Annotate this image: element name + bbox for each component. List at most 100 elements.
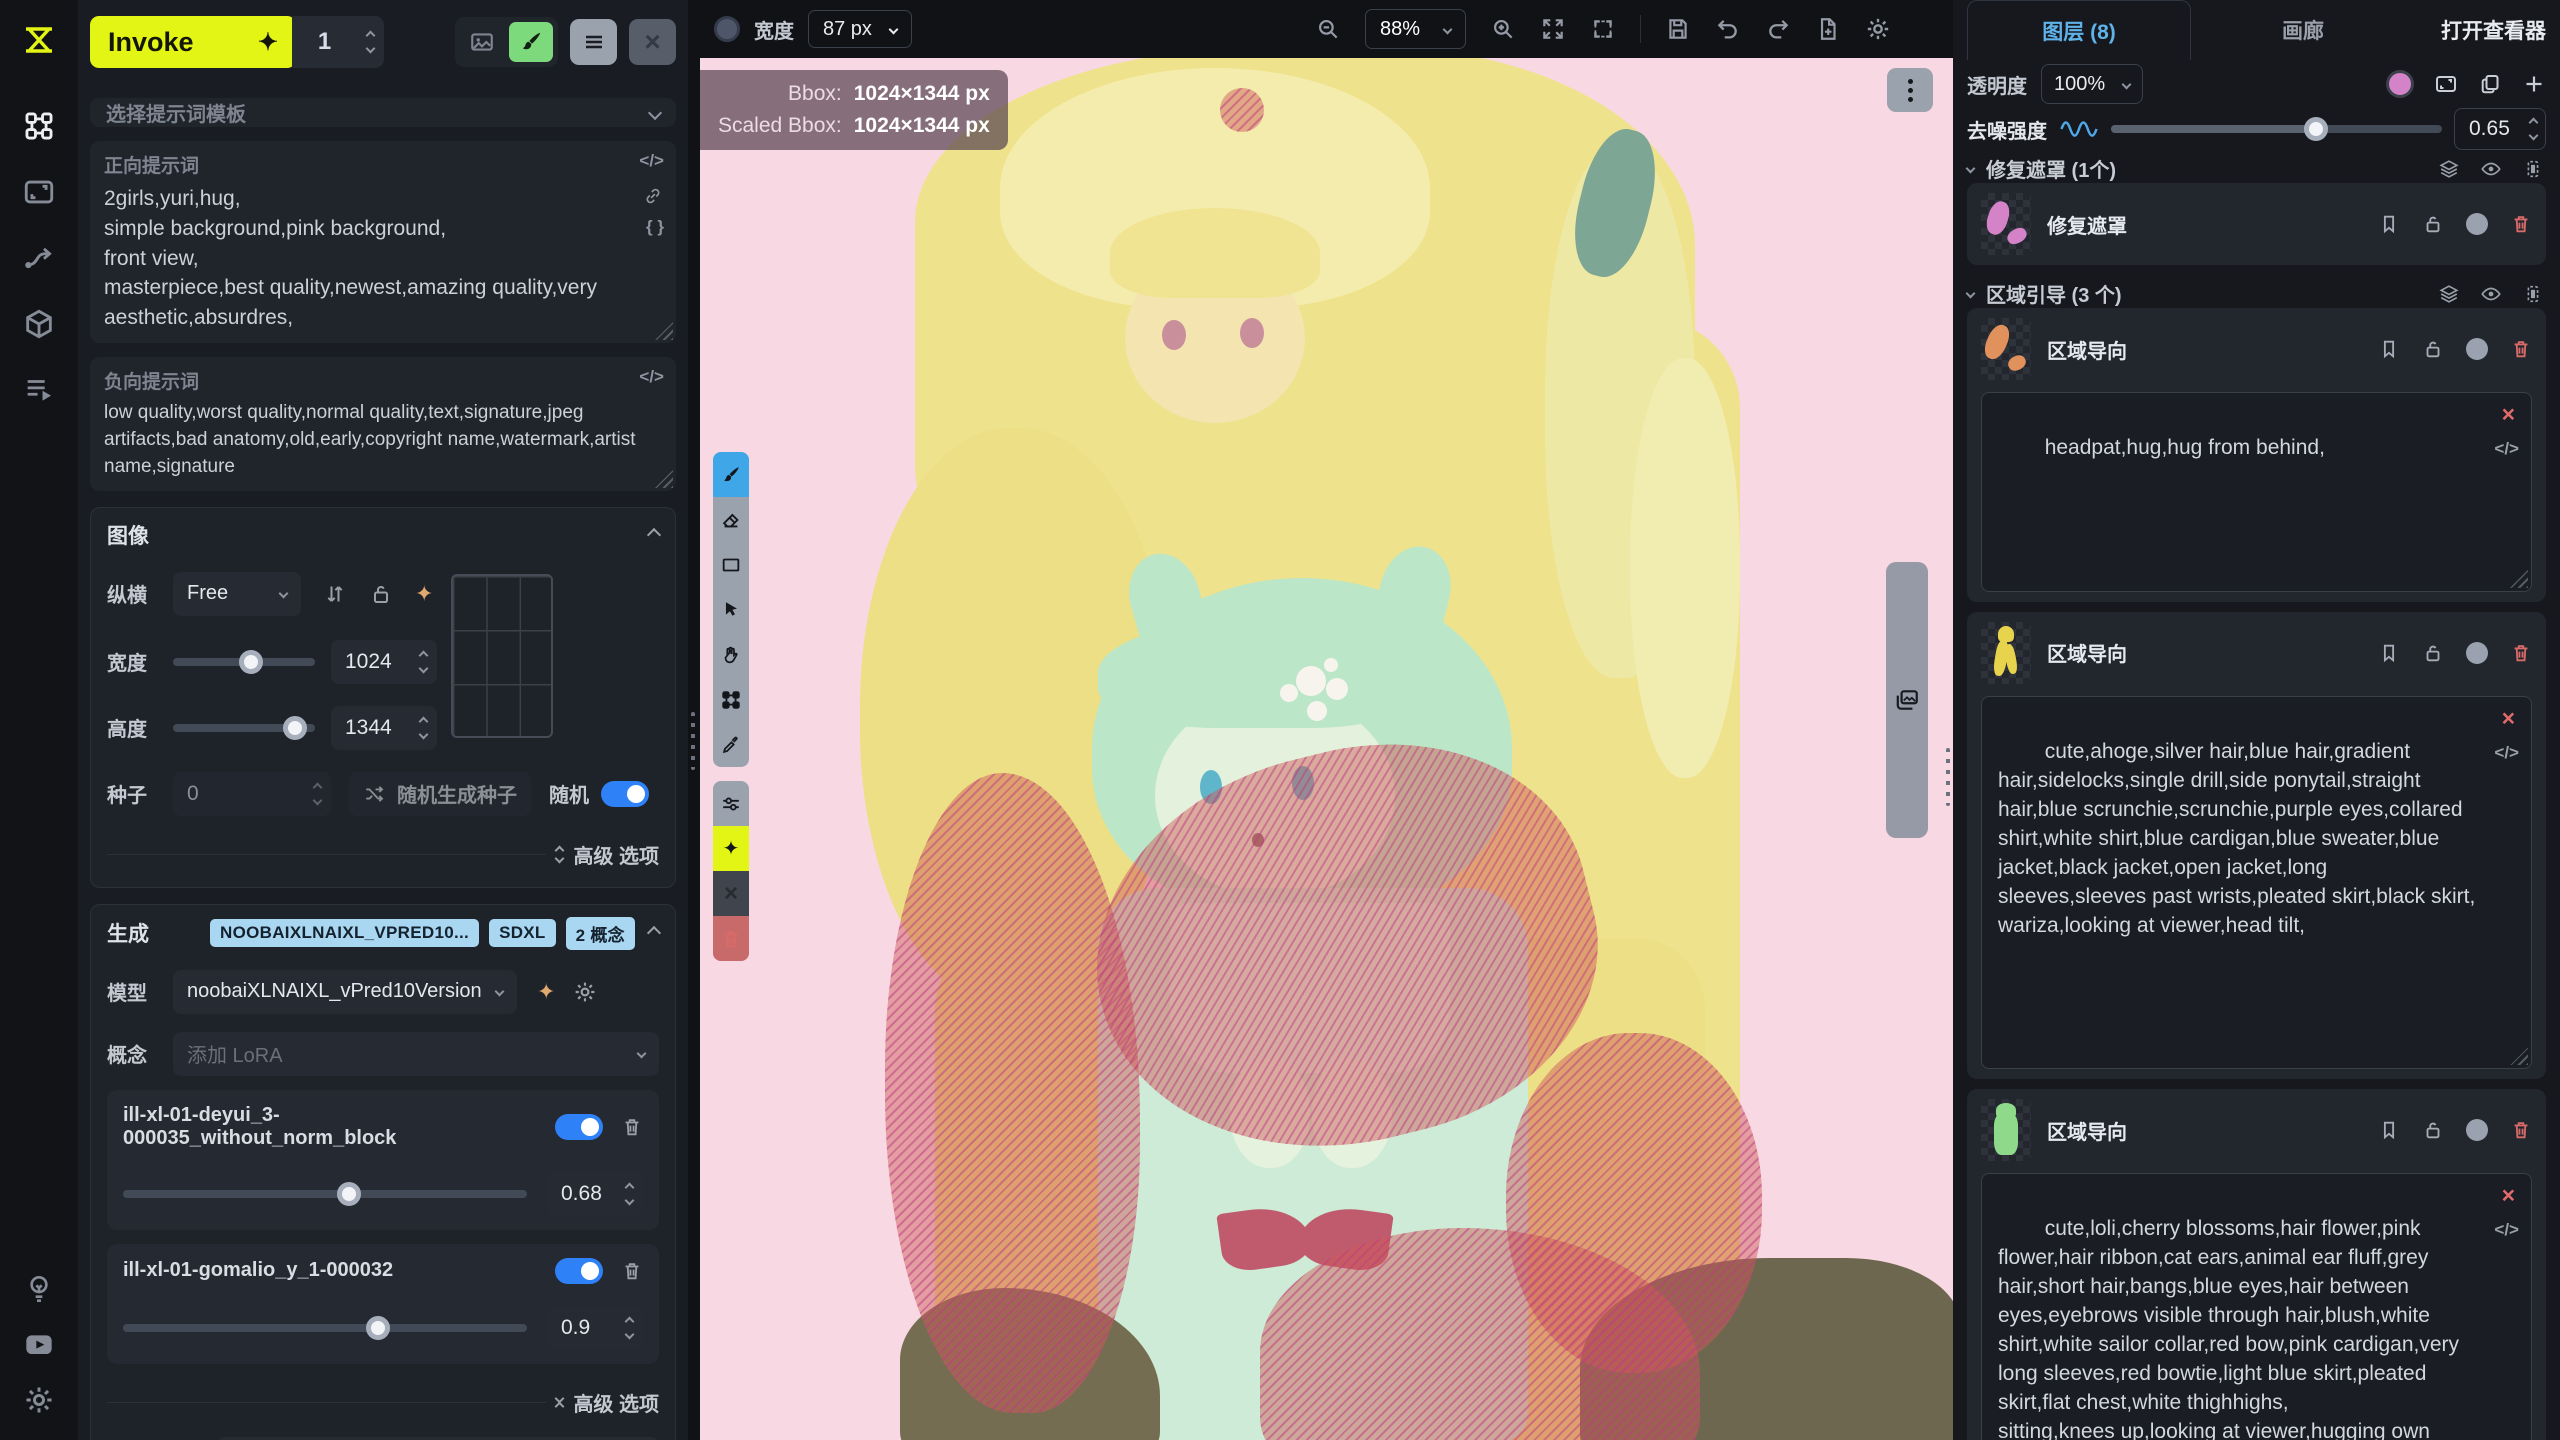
- redo-icon[interactable]: [1765, 16, 1791, 42]
- braces-icon[interactable]: { }: [646, 217, 664, 237]
- negative-prompt-text[interactable]: low quality,worst quality,normal quality…: [104, 400, 649, 481]
- tab-layers[interactable]: 图层 (8): [1967, 0, 2191, 60]
- brush-tool[interactable]: [713, 452, 749, 497]
- fit-layer-icon[interactable]: [2434, 72, 2458, 96]
- layer-row-guidance[interactable]: 区域导向 cute,loli,cherry blossoms,hair flow…: [1967, 1089, 2546, 1440]
- zoom-out-icon[interactable]: [1315, 16, 1341, 42]
- model-select[interactable]: noobaiXLNAIXL_vPred10Version: [173, 970, 517, 1014]
- width-slider[interactable]: [173, 658, 315, 666]
- filters-tool[interactable]: [713, 781, 749, 826]
- cancel-tool[interactable]: ×: [713, 871, 749, 916]
- bookmark-icon[interactable]: [2378, 642, 2400, 664]
- decrement-icon[interactable]: [366, 44, 376, 54]
- random-seed-toggle[interactable]: [601, 781, 649, 807]
- merge-layers-icon[interactable]: [2438, 158, 2460, 180]
- layer-color-dot[interactable]: [2466, 642, 2488, 664]
- positive-prompt-box[interactable]: 正向提示词 </> { } 2girls,yuri,hug, simple ba…: [90, 141, 676, 343]
- layer-color-dot[interactable]: [2466, 1119, 2488, 1141]
- delete-lora-icon[interactable]: [621, 1260, 643, 1282]
- lock-icon[interactable]: [2422, 642, 2444, 664]
- pan-tool[interactable]: [713, 632, 749, 677]
- lock-icon[interactable]: [2422, 338, 2444, 360]
- sidebar-item-upscaling[interactable]: [19, 172, 59, 212]
- brush-color-swatch[interactable]: [714, 16, 740, 42]
- sidebar-item-models[interactable]: [19, 304, 59, 344]
- regional-prompt-text[interactable]: headpat,hug,hug from behind,: [2045, 436, 2325, 459]
- layer-row-guidance[interactable]: 区域导向 cute,ahoge,silver hair,blue hair,gr…: [1967, 612, 2546, 1080]
- canvas-area[interactable]: 宽度 87 px 88%: [700, 0, 1953, 1440]
- image-view-button[interactable]: [460, 22, 504, 62]
- panel-resize-handle[interactable]: [691, 712, 695, 770]
- bookmark-icon[interactable]: [2378, 1119, 2400, 1141]
- brush-width-select[interactable]: 87 px: [808, 10, 912, 48]
- support-icon[interactable]: [19, 1268, 59, 1308]
- invoke-button[interactable]: Invoke ✦: [90, 16, 296, 68]
- fit-to-view-icon[interactable]: [1540, 16, 1566, 42]
- delete-layer-icon[interactable]: [2510, 338, 2532, 360]
- queue-count-stepper[interactable]: 1: [292, 16, 384, 68]
- visibility-eye-icon[interactable]: [2480, 283, 2502, 305]
- layer-color-dot[interactable]: [2466, 213, 2488, 235]
- bookmark-icon[interactable]: [2378, 213, 2400, 235]
- height-slider[interactable]: [173, 724, 315, 732]
- settings-gear-icon[interactable]: [19, 1380, 59, 1420]
- code-icon[interactable]: </>: [2494, 1218, 2519, 1241]
- lock-icon[interactable]: [2422, 213, 2444, 235]
- section-regional-guidance[interactable]: 区域引导 (3 个): [1967, 279, 2546, 308]
- delete-layer-icon[interactable]: [2510, 1119, 2532, 1141]
- model-settings-gear-icon[interactable]: [573, 980, 597, 1004]
- regional-prompt-text[interactable]: cute,loli,cherry blossoms,hair flower,pi…: [1998, 1217, 2465, 1440]
- zoom-in-icon[interactable]: [1490, 16, 1516, 42]
- open-viewer-link[interactable]: 打开查看器: [2441, 15, 2546, 45]
- seed-input[interactable]: 0: [173, 772, 331, 816]
- add-layer-icon[interactable]: [2522, 72, 2546, 96]
- optimize-sparkle-icon[interactable]: ✦: [415, 581, 433, 607]
- prompt-template-select[interactable]: 选择提示词模板: [90, 98, 676, 127]
- duplicate-layer-icon[interactable]: [2478, 72, 2502, 96]
- height-input[interactable]: 1344: [331, 706, 437, 750]
- rect-tool[interactable]: [713, 542, 749, 587]
- lora-weight-input[interactable]: 0.9: [547, 1306, 643, 1350]
- isolate-layer-icon[interactable]: [2522, 158, 2544, 180]
- delete-lora-icon[interactable]: [621, 1116, 643, 1138]
- regional-prompt-box[interactable]: cute,ahoge,silver hair,blue hair,gradien…: [1981, 696, 2532, 1070]
- color-picker-tool[interactable]: [713, 722, 749, 767]
- code-icon[interactable]: </>: [2494, 741, 2519, 764]
- lora-weight-slider[interactable]: [123, 1324, 527, 1332]
- gallery-handle[interactable]: [1886, 562, 1928, 838]
- model-sparkle-icon[interactable]: ✦: [537, 979, 555, 1005]
- lora-weight-input[interactable]: 0.68: [547, 1172, 643, 1216]
- tab-gallery[interactable]: 画廊: [2191, 0, 2415, 60]
- negative-prompt-box[interactable]: 负向提示词 </> low quality,worst quality,norm…: [90, 357, 676, 491]
- lora-weight-slider[interactable]: [123, 1190, 527, 1198]
- lora-toggle[interactable]: [555, 1258, 603, 1284]
- opacity-select[interactable]: 100%: [2041, 64, 2143, 104]
- menu-button[interactable]: [570, 19, 617, 65]
- delete-layer-icon[interactable]: [2510, 642, 2532, 664]
- regional-prompt-box[interactable]: cute,loli,cherry blossoms,hair flower,pi…: [1981, 1173, 2532, 1440]
- layer-row-guidance[interactable]: 区域导向 headpat,hug,hug from behind, × </>: [1967, 308, 2546, 602]
- eraser-tool[interactable]: [713, 497, 749, 542]
- sidebar-item-canvas[interactable]: [19, 106, 59, 146]
- undo-icon[interactable]: [1715, 16, 1741, 42]
- code-icon[interactable]: </>: [2494, 437, 2519, 460]
- code-icon[interactable]: </>: [639, 367, 664, 387]
- resize-handle[interactable]: [655, 470, 673, 488]
- regional-prompt-text[interactable]: cute,ahoge,silver hair,blue hair,gradien…: [1998, 740, 2475, 937]
- collapse-icon[interactable]: [647, 528, 661, 542]
- random-seed-button[interactable]: 随机生成种子: [349, 772, 531, 816]
- bookmark-icon[interactable]: [2378, 338, 2400, 360]
- link-icon[interactable]: [642, 185, 664, 207]
- code-icon[interactable]: </>: [639, 151, 664, 171]
- resize-handle[interactable]: [2510, 1047, 2528, 1065]
- cancel-button[interactable]: ×: [629, 19, 676, 65]
- select-tool[interactable]: [713, 587, 749, 632]
- add-lora-select[interactable]: 添加 LoRA: [173, 1032, 659, 1076]
- delete-layer-icon[interactable]: [2510, 213, 2532, 235]
- isolate-layer-icon[interactable]: [2522, 283, 2544, 305]
- resize-handle[interactable]: [2510, 570, 2528, 588]
- lock-icon[interactable]: [2422, 1119, 2444, 1141]
- positive-prompt-text[interactable]: 2girls,yuri,hug, simple background,pink …: [104, 184, 649, 333]
- new-layer-icon[interactable]: [1815, 16, 1841, 42]
- advanced-options-link[interactable]: 高级 选项: [573, 1388, 659, 1417]
